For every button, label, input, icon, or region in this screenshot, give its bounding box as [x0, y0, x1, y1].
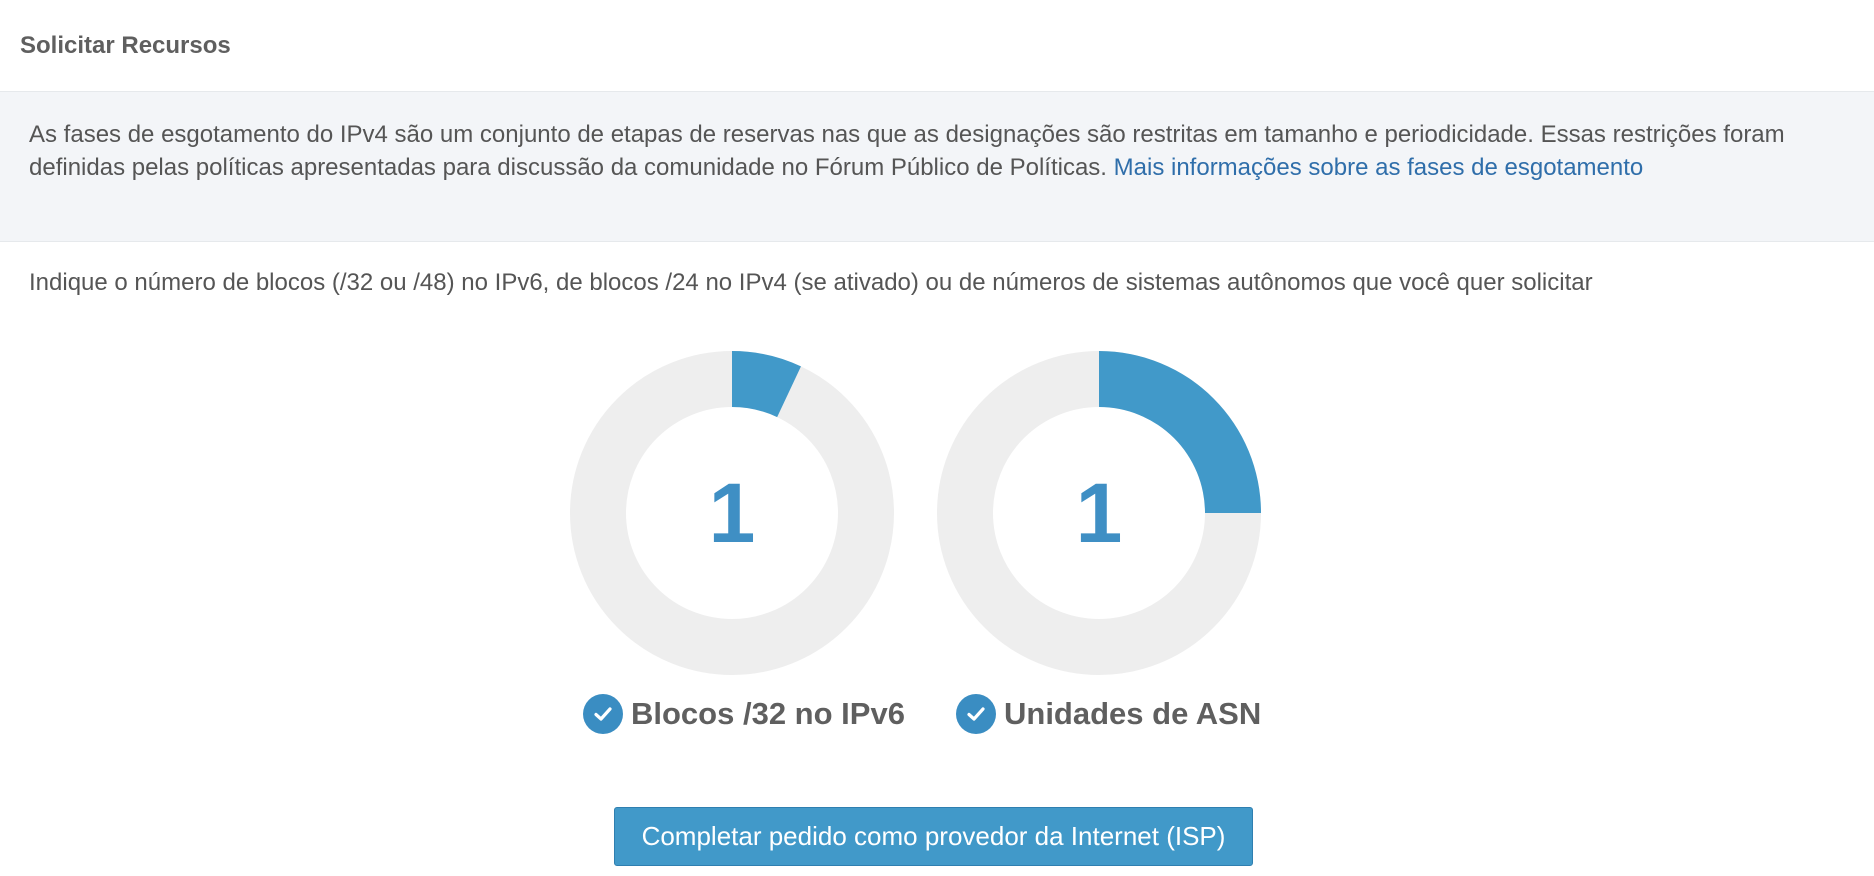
asn-units-chart[interactable]: 1 [937, 351, 1261, 675]
instruction-text: Indique o número de blocos (/32 ou /48) … [29, 269, 1593, 296]
page-title: Solicitar Recursos [20, 31, 231, 59]
ipv6-blocks-label: Blocos /32 no IPv6 [583, 694, 905, 734]
page-header: Solicitar Recursos [0, 0, 1874, 92]
asn-units-value: 1 [1075, 465, 1123, 560]
asn-units-label-text: Unidades de ASN [1004, 696, 1262, 731]
ipv6-blocks-value: 1 [708, 465, 756, 560]
ipv6-blocks-chart[interactable]: 1 [570, 351, 894, 675]
info-panel: As fases de esgotamento do IPv4 são um c… [0, 92, 1874, 242]
check-icon [583, 694, 623, 734]
exhaustion-info-link[interactable]: Mais informações sobre as fases de esgot… [1114, 154, 1644, 181]
complete-isp-request-button[interactable]: Completar pedido como provedor da Intern… [614, 807, 1253, 866]
asn-units-label: Unidades de ASN [956, 694, 1261, 734]
check-icon [956, 694, 996, 734]
ipv6-blocks-label-text: Blocos /32 no IPv6 [631, 696, 905, 731]
